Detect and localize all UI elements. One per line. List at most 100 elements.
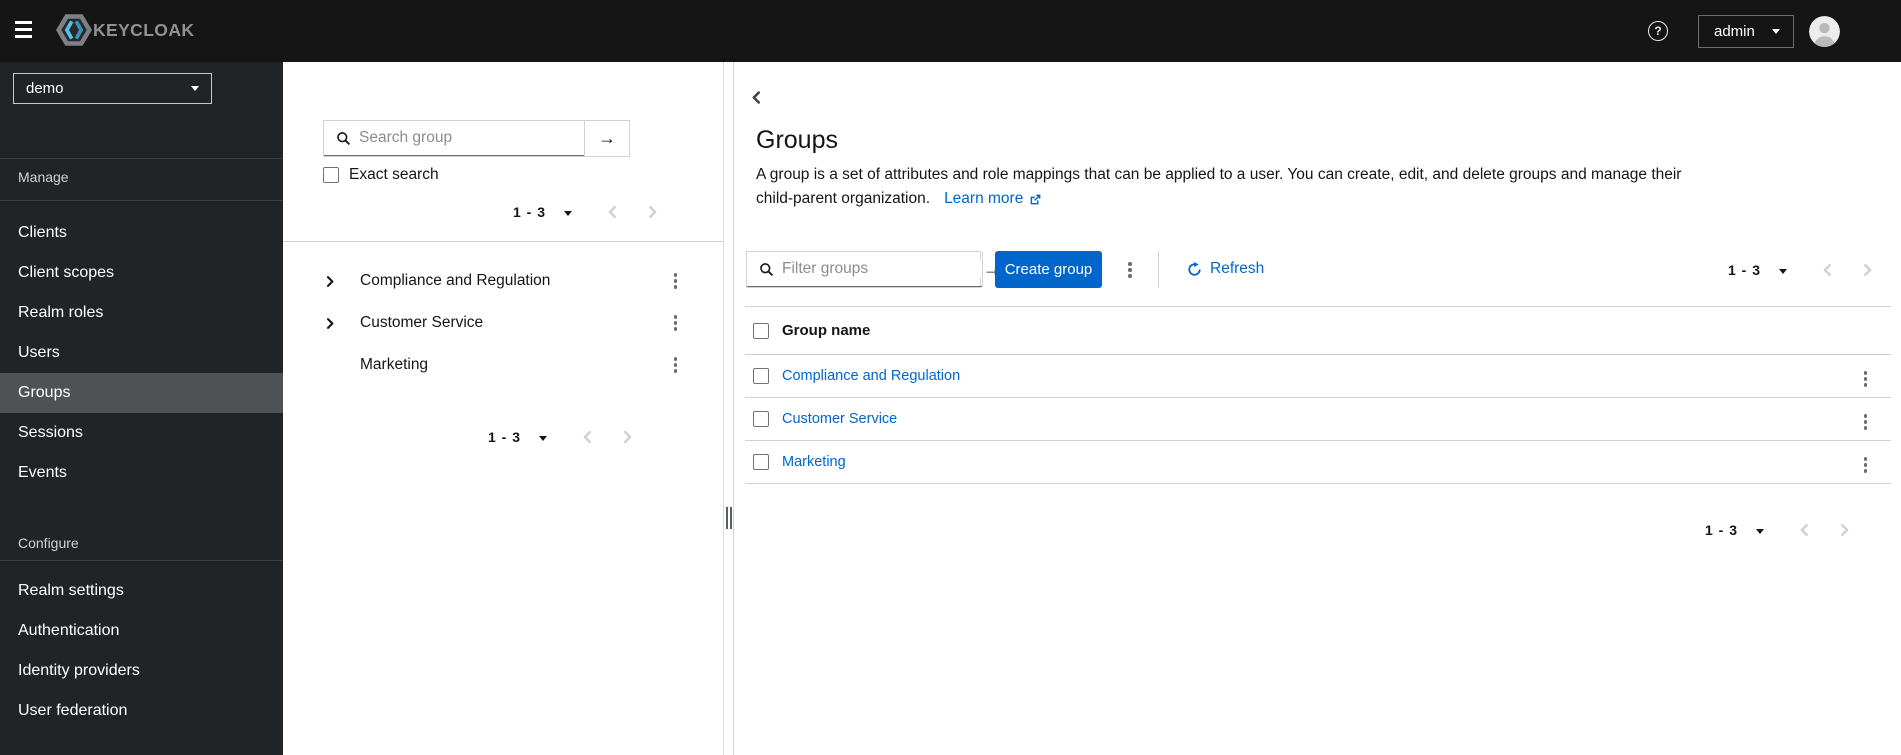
chevron-down-icon: [1756, 528, 1765, 534]
nav-toggle-button[interactable]: [15, 21, 37, 41]
group-link[interactable]: Marketing: [782, 454, 846, 470]
panel-border-line: [733, 62, 734, 755]
group-link[interactable]: Customer Service: [782, 411, 897, 427]
table-header-row: Group name: [745, 307, 1891, 355]
groups-tree-panel: → Exact search 1 - 3: [283, 62, 723, 755]
row-checkbox[interactable]: [753, 454, 769, 470]
pagination-range-dropdown[interactable]: 1 - 3: [488, 429, 548, 445]
search-submit-button[interactable]: →: [584, 121, 629, 156]
nav-section-configure: Configure: [18, 535, 79, 551]
filter-groups-input[interactable]: [782, 260, 982, 278]
groups-tree: Compliance and Regulation Customer Servi…: [283, 260, 723, 386]
sidebar-item-users[interactable]: Users: [0, 333, 283, 373]
pagination-next-button[interactable]: [623, 430, 632, 444]
row-checkbox[interactable]: [753, 411, 769, 427]
tree-pagination-bottom: 1 - 3: [488, 428, 632, 446]
user-menu-dropdown[interactable]: admin: [1698, 14, 1794, 48]
external-link-icon: [1029, 193, 1042, 206]
chevron-down-icon: [191, 86, 199, 91]
panel-resizer-grip[interactable]: [723, 507, 734, 531]
table-pagination-bottom: 1 - 3: [1705, 521, 1849, 539]
kebab-menu-button[interactable]: [666, 269, 686, 293]
chevron-down-icon: [539, 435, 548, 441]
learn-more-link[interactable]: Learn more: [944, 187, 1042, 211]
exact-search-label: Exact search: [349, 166, 439, 183]
nav-divider: [0, 560, 283, 561]
brand-text: KEYCLOAK: [93, 19, 195, 40]
sidebar-nav: demo Manage Clients Client scopes Realm …: [0, 62, 283, 755]
pagination-next-button[interactable]: [648, 205, 657, 219]
pagination-range-dropdown[interactable]: 1 - 3: [1705, 522, 1765, 538]
tree-row: Marketing: [283, 344, 723, 386]
pagination-range-dropdown[interactable]: 1 - 3: [513, 204, 573, 220]
tree-row: Customer Service: [283, 302, 723, 344]
collapse-panel-chevron-icon[interactable]: [750, 88, 763, 107]
row-checkbox[interactable]: [753, 368, 769, 384]
expand-chevron-icon[interactable]: [323, 272, 337, 290]
groups-main-panel: Groups A group is a set of attributes an…: [735, 62, 1901, 755]
sidebar-item-realm-roles[interactable]: Realm roles: [0, 293, 283, 333]
tree-item-label[interactable]: Compliance and Regulation: [360, 272, 550, 290]
sidebar-item-sessions[interactable]: Sessions: [0, 413, 283, 453]
pagination-range-dropdown[interactable]: 1 - 3: [1728, 262, 1788, 278]
kebab-menu-button[interactable]: [666, 353, 686, 377]
pagination-next-button[interactable]: [1840, 523, 1849, 537]
chevron-down-icon: [1772, 28, 1780, 34]
avatar[interactable]: [1809, 15, 1840, 47]
group-search-control: →: [323, 120, 630, 157]
create-group-button[interactable]: Create group: [995, 251, 1102, 288]
keycloak-admin-console: KEYCLOAK ? admin demo Manage Clients Cli…: [0, 0, 1901, 755]
group-link[interactable]: Compliance and Regulation: [782, 368, 960, 384]
table-row: Compliance and Regulation: [745, 355, 1891, 398]
toolbar-kebab-menu-button[interactable]: [1120, 258, 1140, 282]
refresh-label: Refresh: [1210, 260, 1265, 277]
search-icon: [336, 131, 351, 146]
pagination-prev-button[interactable]: [1800, 523, 1809, 537]
keycloak-logo[interactable]: KEYCLOAK: [56, 14, 194, 46]
table-pagination-top: 1 - 3: [1728, 261, 1872, 279]
sidebar-item-identity-providers[interactable]: Identity providers: [0, 651, 283, 691]
search-group-input[interactable]: [359, 129, 584, 147]
row-kebab-menu-button[interactable]: [1856, 453, 1876, 477]
table-row: Customer Service: [745, 398, 1891, 441]
pagination-prev-button[interactable]: [1823, 263, 1832, 277]
page-description: A group is a set of attributes and role …: [756, 163, 1681, 211]
sidebar-item-user-federation[interactable]: User federation: [0, 691, 283, 731]
pagination-prev-button[interactable]: [608, 205, 617, 219]
tree-item-label[interactable]: Customer Service: [360, 314, 483, 332]
help-icon[interactable]: ?: [1648, 21, 1668, 41]
sidebar-item-groups[interactable]: Groups: [0, 373, 283, 413]
row-kebab-menu-button[interactable]: [1856, 410, 1876, 434]
sidebar-item-events[interactable]: Events: [0, 453, 283, 493]
filter-groups-control: →: [746, 251, 1001, 288]
kebab-menu-button[interactable]: [666, 311, 686, 335]
nav-divider: [0, 158, 283, 159]
pagination-prev-button[interactable]: [583, 430, 592, 444]
hamburger-icon: [15, 21, 32, 24]
realm-name: demo: [26, 80, 64, 97]
arrow-right-icon: →: [598, 128, 616, 148]
chevron-down-icon: [1779, 268, 1788, 274]
tree-row: Compliance and Regulation: [283, 260, 723, 302]
sidebar-item-authentication[interactable]: Authentication: [0, 611, 283, 651]
keycloak-hexagon-icon: [56, 14, 92, 46]
toolbar-divider: [1158, 251, 1159, 288]
row-kebab-menu-button[interactable]: [1856, 367, 1876, 391]
refresh-icon: [1187, 261, 1202, 277]
realm-selector-dropdown[interactable]: demo: [13, 73, 212, 104]
sidebar-item-client-scopes[interactable]: Client scopes: [0, 253, 283, 293]
expand-chevron-icon[interactable]: [323, 314, 337, 332]
nav-list-configure: Realm settings Authentication Identity p…: [0, 571, 283, 731]
sidebar-item-realm-settings[interactable]: Realm settings: [0, 571, 283, 611]
tree-item-label[interactable]: Marketing: [360, 356, 428, 374]
pagination-next-button[interactable]: [1863, 263, 1872, 277]
exact-search-option: Exact search: [323, 166, 439, 184]
masthead-actions: ? admin: [1648, 0, 1840, 62]
nav-list-manage: Clients Client scopes Realm roles Users …: [0, 213, 283, 493]
refresh-button[interactable]: Refresh: [1187, 260, 1264, 278]
nav-section-manage: Manage: [18, 169, 69, 185]
select-all-checkbox[interactable]: [753, 322, 769, 339]
chevron-down-icon: [564, 210, 573, 216]
sidebar-item-clients[interactable]: Clients: [0, 213, 283, 253]
exact-search-checkbox[interactable]: [323, 167, 339, 183]
